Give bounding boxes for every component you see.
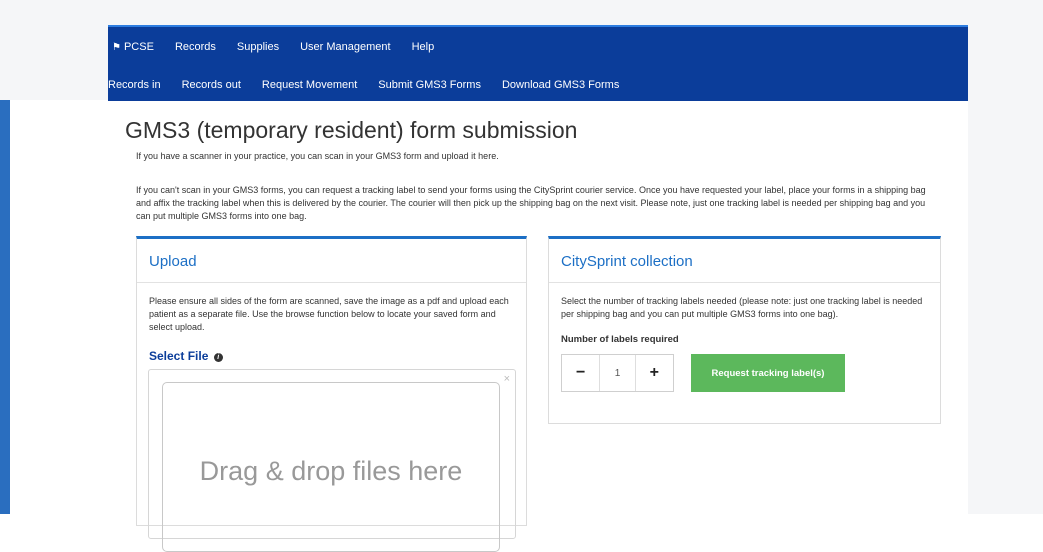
intro-scan-text: If you have a scanner in your practice, … xyxy=(136,151,499,161)
upload-instructions: Please ensure all sides of the form are … xyxy=(149,296,509,332)
citysprint-panel: CitySprint collection Select the number … xyxy=(548,236,941,424)
left-frame-border xyxy=(0,100,10,514)
citysprint-instructions: Select the number of tracking labels nee… xyxy=(561,296,923,319)
panel-divider xyxy=(137,282,526,283)
panel-divider xyxy=(549,282,940,283)
dropzone-text: Drag & drop files here xyxy=(199,456,463,486)
nav-request-movement-link[interactable]: Request Movement xyxy=(262,79,357,91)
request-tracking-label-button[interactable]: Request tracking label(s) xyxy=(691,354,845,392)
quantity-value[interactable]: 1 xyxy=(599,355,636,391)
nav-download-gms3-link[interactable]: Download GMS3 Forms xyxy=(502,79,619,91)
quantity-stepper: − 1 + xyxy=(561,354,674,392)
nav-help-link[interactable]: Help xyxy=(412,41,435,53)
decrement-button[interactable]: − xyxy=(562,355,599,391)
nav-submit-gms3-link[interactable]: Submit GMS3 Forms xyxy=(378,79,481,91)
primary-nav: ⚑ PCSE Records Supplies User Management H… xyxy=(108,37,434,57)
info-icon[interactable]: i xyxy=(213,353,223,362)
home-icon: ⚑ xyxy=(112,42,121,53)
nav-supplies-link[interactable]: Supplies xyxy=(237,41,279,53)
close-icon[interactable]: × xyxy=(504,373,510,385)
upload-panel: Upload Please ensure all sides of the fo… xyxy=(136,236,527,552)
nav-home-label: PCSE xyxy=(123,41,154,53)
increment-button[interactable]: + xyxy=(636,355,673,391)
nav-home-link[interactable]: ⚑ PCSE xyxy=(112,41,154,53)
nav-records-in-link[interactable]: Records in xyxy=(108,79,161,91)
right-gutter xyxy=(968,100,1043,514)
page-title: GMS3 (temporary resident) form submissio… xyxy=(125,117,578,143)
intro-courier-text: If you can't scan in your GMS3 forms, yo… xyxy=(136,185,926,221)
select-file-label: Select File i xyxy=(149,349,223,363)
nav-records-link[interactable]: Records xyxy=(175,41,216,53)
nav-user-management-link[interactable]: User Management xyxy=(300,41,391,53)
select-file-text: Select File xyxy=(149,349,209,363)
nav-records-out-link[interactable]: Records out xyxy=(182,79,241,91)
file-dropzone[interactable]: Drag & drop files here xyxy=(162,382,500,552)
labels-required-label: Number of labels required xyxy=(561,334,679,345)
citysprint-panel-title: CitySprint collection xyxy=(561,253,693,270)
secondary-nav: Records in Records out Request Movement … xyxy=(108,75,619,95)
upload-panel-title: Upload xyxy=(149,253,197,270)
main-navbar: ⚑ PCSE Records Supplies User Management H… xyxy=(108,25,968,101)
